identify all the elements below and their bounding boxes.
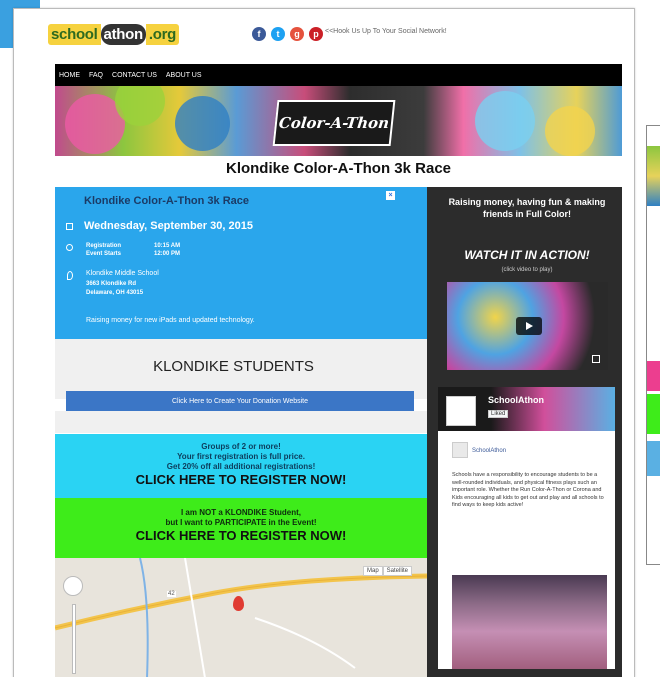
play-icon[interactable] xyxy=(516,317,542,335)
map-road-label: 42 xyxy=(167,591,176,597)
students-title: KLONDIKE STUDENTS xyxy=(153,358,314,375)
non-student-line-2: but I want to PARTICIPATE in the Event! xyxy=(165,518,317,527)
event-starts-label: Event Starts xyxy=(86,251,122,257)
watch-heading: WATCH IT IN ACTION! xyxy=(464,248,590,262)
facebook-page-avatar[interactable] xyxy=(446,396,476,426)
address-line-1: 3663 Klondike Rd xyxy=(86,281,137,287)
registration-label: Registration xyxy=(86,243,122,249)
nav-item-home[interactable]: HOME xyxy=(59,72,80,79)
nav-item-about[interactable]: ABOUT US xyxy=(166,72,202,79)
social-callout: <<Hook Us Up To Your Social Network! xyxy=(325,28,447,35)
groups-register-cta[interactable]: CLICK HERE TO REGISTER NOW! xyxy=(55,472,427,487)
pinterest-icon[interactable]: p xyxy=(309,27,323,41)
map-zoom-slider[interactable] xyxy=(72,604,76,674)
map-pan-control[interactable] xyxy=(63,576,83,596)
twitter-icon[interactable]: t xyxy=(271,27,285,41)
event-title: Klondike Color-A-Thon 3k Race xyxy=(84,195,250,207)
non-student-line-1: I am NOT a KLONDIKE Student, xyxy=(180,508,301,517)
logo-part-2: athon xyxy=(100,23,146,45)
event-note: Raising money for new iPads and updated … xyxy=(86,317,255,324)
facebook-post-author[interactable]: SchoolAthon xyxy=(472,448,506,454)
address-line-2: Delaware, OH 43015 xyxy=(86,290,144,296)
group-register-banner[interactable]: Groups of 2 or more! Your first registra… xyxy=(55,434,427,498)
map-type-toggle: Map Satellite xyxy=(363,566,413,576)
color-a-thon-logo-text: Color-A-Thon xyxy=(277,114,391,132)
close-icon[interactable]: × xyxy=(386,191,395,200)
facebook-icon[interactable]: f xyxy=(252,27,266,41)
google-plus-icon[interactable]: g xyxy=(290,27,304,41)
map-type-satellite-button[interactable]: Satellite xyxy=(382,566,413,576)
groups-line-3: Get 20% off all additional registrations… xyxy=(166,462,316,471)
site-logo[interactable]: school athon .org xyxy=(48,22,180,46)
facebook-like-button[interactable]: Liked xyxy=(488,410,509,418)
video-hint: (click video to play) xyxy=(501,267,553,273)
clock-icon xyxy=(66,244,73,251)
banner-photo-4 xyxy=(475,91,535,151)
event-date: Wednesday, September 30, 2015 xyxy=(84,220,253,232)
groups-line-2: Your first registration is full price. xyxy=(177,452,305,461)
facebook-post-photo[interactable] xyxy=(452,575,607,669)
calendar-icon xyxy=(66,223,73,230)
fullscreen-icon[interactable] xyxy=(592,355,600,363)
logo-part-3: .org xyxy=(145,23,180,45)
groups-line-1: Groups of 2 or more! xyxy=(201,442,281,451)
location-pin-icon xyxy=(67,271,73,280)
facebook-post-text: Schools have a responsibility to encoura… xyxy=(452,472,604,509)
side-preview-screenshot xyxy=(646,125,660,565)
map-marker-icon[interactable] xyxy=(233,596,244,611)
nav-item-contact[interactable]: CONTACT US xyxy=(112,72,157,79)
map-type-map-button[interactable]: Map xyxy=(363,566,383,576)
non-student-register-banner[interactable]: I am NOT a KLONDIKE Student, but I want … xyxy=(55,498,427,558)
nav-item-faq[interactable]: FAQ xyxy=(89,72,103,79)
event-starts-time: 12:00 PM xyxy=(154,251,181,257)
logo-part-1: school xyxy=(48,23,101,45)
section-gap xyxy=(55,411,427,433)
registration-time: 10:15 AM xyxy=(154,243,181,249)
screenshot-stage: school athon .org f t g p <<Hook Us Up T… xyxy=(0,0,660,677)
color-a-thon-logo: Color-A-Thon xyxy=(272,100,396,146)
location-name: Klondike Middle School xyxy=(86,270,159,277)
facebook-page-name[interactable]: SchoolAthon xyxy=(488,395,544,405)
facebook-post-avatar xyxy=(452,442,468,458)
banner-photo-3 xyxy=(175,96,230,151)
create-donation-website-button[interactable]: Click Here to Create Your Donation Websi… xyxy=(66,391,414,411)
non-student-register-cta[interactable]: CLICK HERE TO REGISTER NOW! xyxy=(55,528,427,543)
main-nav: HOME FAQ CONTACT US ABOUT US xyxy=(55,64,622,86)
sidebar-tagline: Raising money, having fun & making frien… xyxy=(448,197,606,219)
banner-photo-5 xyxy=(545,106,595,156)
page-title: Klondike Color-A-Thon 3k Race xyxy=(225,160,452,177)
